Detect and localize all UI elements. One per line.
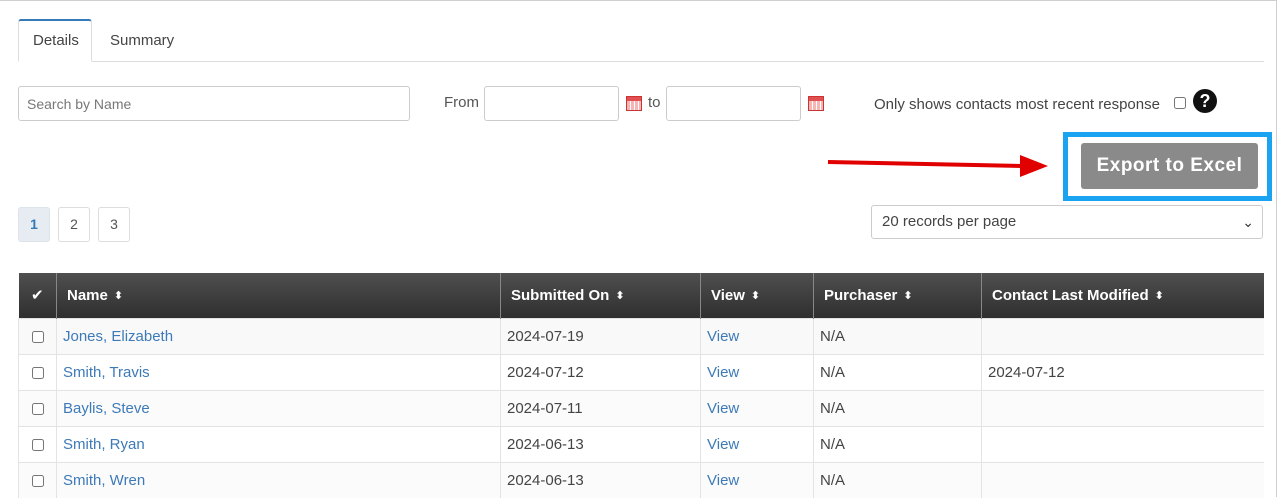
table-row: Jones, Elizabeth 2024-07-19 View N/A: [18, 317, 1264, 354]
page-3-button[interactable]: 3: [98, 207, 130, 242]
purchaser-cell: N/A: [813, 353, 982, 390]
contact-name-link[interactable]: Baylis, Steve: [63, 400, 150, 417]
table-row: Smith, Travis 2024-07-12 View N/A 2024-0…: [18, 353, 1264, 390]
purchaser-cell: N/A: [813, 461, 982, 498]
contact-last-modified-cell: [981, 317, 1264, 354]
arrow-shaft: [827, 160, 1023, 168]
row-checkbox[interactable]: [31, 330, 44, 343]
row-checkbox[interactable]: [31, 438, 44, 451]
select-all-header[interactable]: ✔: [18, 273, 57, 318]
records-per-page-value: 20 records per page: [882, 213, 1017, 230]
recent-response-label: Only shows contacts most recent response: [874, 96, 1160, 113]
responses-table: ✔ Name ⬍ Submitted On ⬍ View ⬍ Purchaser ⬍ C…: [18, 273, 1264, 498]
calendar-icon[interactable]: [808, 96, 824, 111]
column-header-name[interactable]: Name ⬍: [56, 273, 501, 318]
tab-details[interactable]: Details: [18, 19, 92, 62]
contact-name-link[interactable]: Jones, Elizabeth: [63, 328, 173, 345]
arrow-head: [1020, 155, 1048, 177]
export-to-excel-button[interactable]: Export to Excel: [1081, 143, 1258, 189]
contact-last-modified-cell: [981, 425, 1264, 462]
tab-bar: Details Summary: [18, 19, 1264, 62]
to-date-input[interactable]: [666, 86, 801, 121]
view-link[interactable]: View: [707, 400, 739, 417]
submitted-on-cell: 2024-07-12: [500, 353, 701, 390]
from-date-input[interactable]: [484, 86, 619, 121]
view-link[interactable]: View: [707, 436, 739, 453]
purchaser-cell: N/A: [813, 389, 982, 426]
check-icon: ✔: [30, 287, 44, 305]
submitted-on-cell: 2024-07-19: [500, 317, 701, 354]
sort-icon: ⬍: [903, 289, 913, 302]
from-label: From: [444, 94, 479, 111]
purchaser-cell: N/A: [813, 317, 982, 354]
row-checkbox[interactable]: [31, 474, 44, 487]
column-header-submitted-on[interactable]: Submitted On ⬍: [500, 273, 701, 318]
contact-name-link[interactable]: Smith, Ryan: [63, 436, 145, 453]
column-header-contact-last-modified[interactable]: Contact Last Modified ⬍: [981, 273, 1264, 318]
calendar-icon[interactable]: [626, 96, 642, 111]
purchaser-cell: N/A: [813, 425, 982, 462]
table-row: Smith, Wren 2024-06-13 View N/A: [18, 461, 1264, 498]
sort-icon: ⬍: [615, 289, 625, 302]
recent-response-checkbox[interactable]: [1174, 97, 1186, 109]
search-by-name-input[interactable]: [18, 86, 410, 121]
submitted-on-cell: 2024-06-13: [500, 425, 701, 462]
column-header-view[interactable]: View ⬍: [700, 273, 814, 318]
submitted-on-cell: 2024-06-13: [500, 461, 701, 498]
to-label: to: [648, 94, 661, 111]
contact-last-modified-cell: [981, 389, 1264, 426]
chevron-down-icon: ⌄: [1242, 214, 1254, 230]
column-header-purchaser[interactable]: Purchaser ⬍: [813, 273, 982, 318]
annotation-arrow: [827, 155, 1048, 177]
row-checkbox[interactable]: [31, 366, 44, 379]
contact-name-link[interactable]: Smith, Wren: [63, 472, 145, 489]
records-per-page-select[interactable]: 20 records per page ⌄: [871, 205, 1263, 239]
question-circle-icon[interactable]: ?: [1193, 89, 1217, 113]
sort-icon: ⬍: [750, 289, 761, 302]
table-header-row: ✔ Name ⬍ Submitted On ⬍ View ⬍ Purchaser ⬍ C…: [18, 273, 1264, 318]
view-link[interactable]: View: [707, 364, 739, 381]
table-row: Smith, Ryan 2024-06-13 View N/A: [18, 425, 1264, 462]
page-2-button[interactable]: 2: [58, 207, 90, 242]
tab-summary[interactable]: Summary: [96, 19, 188, 61]
contact-last-modified-cell: 2024-07-12: [981, 353, 1264, 390]
sort-icon: ⬍: [1154, 289, 1164, 302]
contact-name-link[interactable]: Smith, Travis: [63, 364, 150, 381]
contact-last-modified-cell: [981, 461, 1264, 498]
view-link[interactable]: View: [707, 328, 739, 345]
submitted-on-cell: 2024-07-11: [500, 389, 701, 426]
view-link[interactable]: View: [707, 472, 739, 489]
row-checkbox[interactable]: [31, 402, 44, 415]
page-1-button[interactable]: 1: [18, 207, 50, 242]
table-row: Baylis, Steve 2024-07-11 View N/A: [18, 389, 1264, 426]
sort-icon: ⬍: [113, 289, 124, 302]
